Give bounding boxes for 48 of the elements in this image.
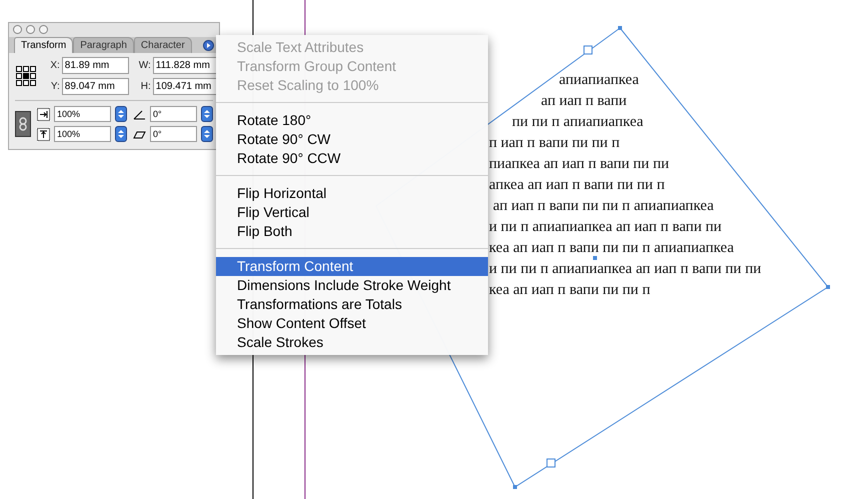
menu-item[interactable]: Rotate 180° — [216, 111, 488, 130]
menu-item[interactable]: Rotate 90° CCW — [216, 149, 488, 168]
menu-item[interactable]: Show Content Offset — [216, 314, 488, 333]
input-field[interactable]: 81.89 mm — [62, 57, 129, 74]
minimize-icon[interactable] — [26, 25, 35, 34]
horizontal-scale-icon — [37, 108, 50, 120]
stepper-icon[interactable] — [201, 106, 213, 122]
stepper-icon[interactable] — [115, 126, 127, 142]
menu-item[interactable]: Dimensions Include Stroke Weight — [216, 276, 488, 295]
vertical-scale-icon — [37, 128, 50, 140]
stepper-icon[interactable] — [115, 106, 127, 122]
link-icon[interactable] — [15, 111, 31, 137]
canvas-text-line: апиапиапкеа — [559, 72, 639, 89]
canvas-text-line: и пи пи п апиапиапкеа ап иап п вапи пи пи — [489, 261, 762, 278]
canvas-text-line: пи пи п апиапиапкеа — [512, 114, 644, 131]
canvas-text-line: кеа ап иап п вапи пи пи п — [489, 282, 650, 299]
panel-tab[interactable]: Character — [134, 37, 192, 53]
canvas-text-line: ап иап п вапи пи пи п апиапиапкеа — [493, 198, 714, 215]
stepper-icon[interactable] — [201, 126, 213, 142]
reference-point-icon[interactable] — [16, 66, 36, 86]
input-field[interactable]: 0° — [150, 126, 197, 142]
input-field[interactable]: 0° — [150, 106, 197, 122]
field-label: Y: — [50, 81, 60, 92]
menu-item[interactable]: Flip Horizontal — [216, 184, 488, 203]
canvas-text-line: п иап п вапи пи пи п — [489, 135, 620, 152]
menu-item[interactable]: Rotate 90° CW — [216, 130, 488, 149]
input-field[interactable]: 100% — [54, 106, 111, 122]
menu-item[interactable]: Scale Strokes — [216, 333, 488, 352]
panel-tab[interactable]: Paragraph — [73, 37, 134, 53]
panel-tab[interactable]: Transform — [14, 37, 74, 53]
menu-item[interactable]: Flip Both — [216, 222, 488, 241]
panel-menu-icon[interactable] — [203, 40, 214, 51]
input-field[interactable]: 89.047 mm — [62, 78, 129, 95]
field-label: H: — [140, 81, 151, 92]
canvas-text-line: кеа ап иап п вапи пи пи п апиапиапкеа — [489, 240, 734, 257]
canvas-text-line: ап иап п вапи — [541, 93, 627, 110]
zoom-icon[interactable] — [39, 25, 48, 34]
angle-icon — [133, 108, 146, 120]
menu-item[interactable]: Transform Content — [216, 257, 488, 276]
field-label: W: — [138, 60, 151, 71]
menu-item[interactable]: Flip Vertical — [216, 203, 488, 222]
canvas-text-line: и пи п апиапиапкеа ап иап п вапи пи — [489, 219, 722, 236]
canvas-text-line: апкеа ап иап п вапи пи пи п — [489, 177, 665, 194]
field-label: X: — [49, 60, 60, 71]
menu-item[interactable]: Transformations are Totals — [216, 295, 488, 314]
canvas-text-line: пиапкеа ап иап п вапи пи пи — [489, 156, 669, 173]
input-field[interactable]: 100% — [54, 126, 111, 142]
close-icon[interactable] — [13, 25, 22, 34]
